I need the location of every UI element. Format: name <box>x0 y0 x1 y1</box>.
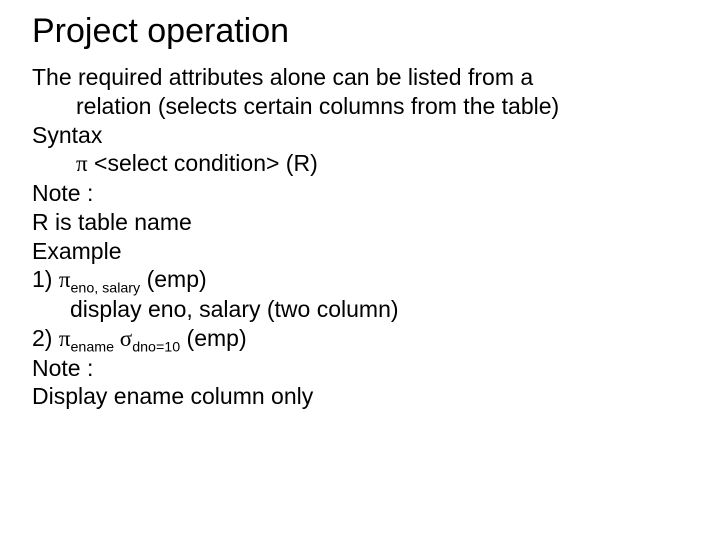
slide-title: Project operation <box>32 12 688 51</box>
syntax-label: Syntax <box>32 121 688 150</box>
ex1-description: display eno, salary (two column) <box>32 295 688 324</box>
pi-symbol: π <box>76 151 88 176</box>
ex2-subscript-2: dno=10 <box>132 339 180 355</box>
pi-symbol: π <box>59 267 71 292</box>
example-1: 1) πeno, salary (emp) <box>32 265 688 295</box>
note2-label: Note : <box>32 354 688 383</box>
ex2-num: 2) <box>32 325 59 351</box>
note2-line: Display ename column only <box>32 382 688 411</box>
intro-line-2: relation (selects certain columns from t… <box>32 92 688 121</box>
syntax-expression: π <select condition> (R) <box>32 149 688 179</box>
ex1-rest: (emp) <box>140 266 206 292</box>
ex2-subscript-1: ename <box>70 339 114 355</box>
note-line: R is table name <box>32 208 688 237</box>
ex1-num: 1) <box>32 266 59 292</box>
example-label: Example <box>32 237 688 266</box>
example-2: 2) πename σdno=10 (emp) <box>32 324 688 354</box>
sigma-symbol: σ <box>114 326 132 351</box>
pi-symbol: π <box>59 326 71 351</box>
intro-line-1: The required attributes alone can be lis… <box>32 63 688 92</box>
slide: Project operation The required attribute… <box>0 0 720 411</box>
slide-body: The required attributes alone can be lis… <box>32 63 688 411</box>
ex2-rest: (emp) <box>180 325 246 351</box>
note-label: Note : <box>32 179 688 208</box>
syntax-rest: <select condition> (R) <box>88 150 318 176</box>
